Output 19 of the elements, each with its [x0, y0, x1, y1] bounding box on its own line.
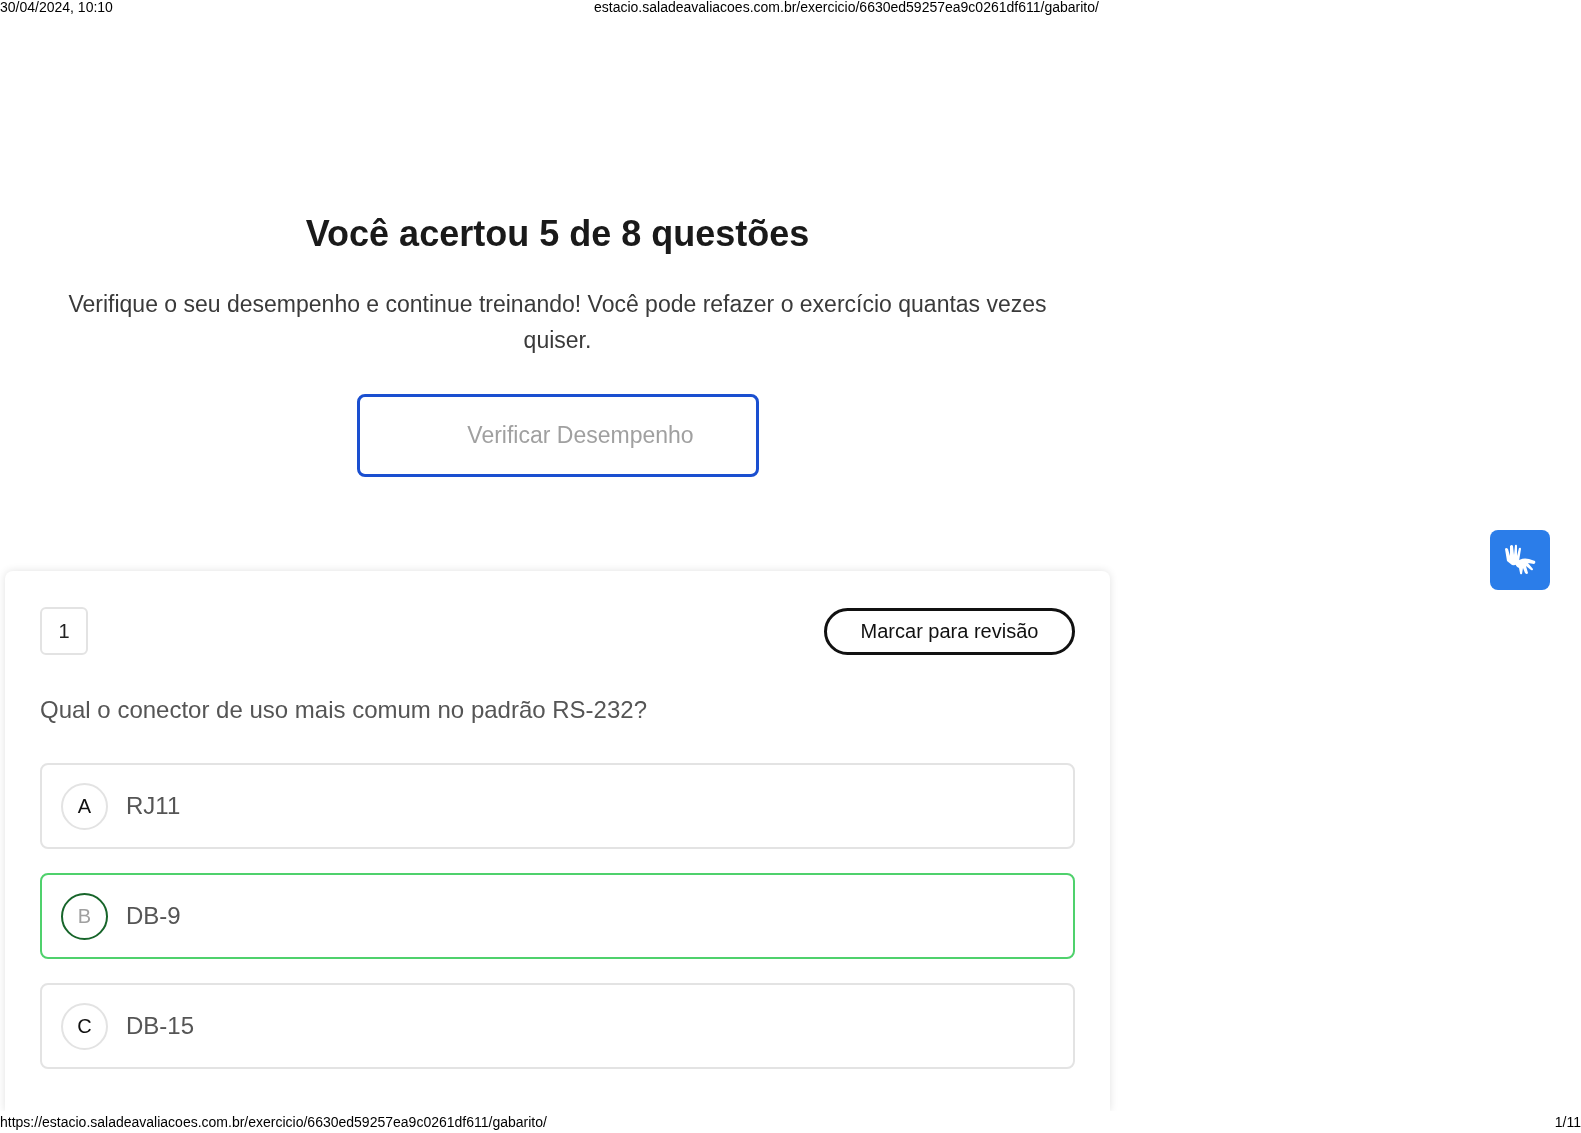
question-number: 1: [40, 607, 88, 655]
option-text: DB-9: [126, 901, 181, 931]
option-text: DB-15: [126, 1011, 195, 1041]
print-footer-url: https://estacio.saladeavaliacoes.com.br/exercicio/6630ed59257ea9c0261df611/gabarito/: [0, 1112, 547, 1132]
print-url: estacio.saladeavaliacoes.com.br/exercicio/6630ed59257ea9c0261df611/gabarito/: [594, 0, 1099, 16]
option-letter: A: [61, 782, 108, 830]
result-message: Verifique o seu desempenho e continue treinando! Você pode refazer o exercício quantas vezes quiser.: [67, 290, 1048, 355]
answer-option[interactable]: A RJ11: [40, 763, 1075, 849]
option-text: RJ11: [126, 791, 181, 821]
option-letter: C: [61, 1002, 108, 1050]
print-date: 30/04/2024, 10:10: [0, 0, 114, 16]
sign-language-button[interactable]: [1490, 530, 1550, 590]
page-number: 1/11: [1554, 1112, 1581, 1132]
question-text: Qual o conector de uso mais comum no padrão RS-232?: [40, 695, 648, 725]
mark-for-review-button[interactable]: Marcar para revisão: [824, 607, 1075, 655]
result-title: Você acertou 5 de 8 questões: [305, 212, 810, 256]
answer-option[interactable]: C DB-15: [40, 983, 1075, 1069]
option-letter: B: [61, 892, 108, 940]
answer-option[interactable]: B DB-9: [40, 873, 1075, 959]
